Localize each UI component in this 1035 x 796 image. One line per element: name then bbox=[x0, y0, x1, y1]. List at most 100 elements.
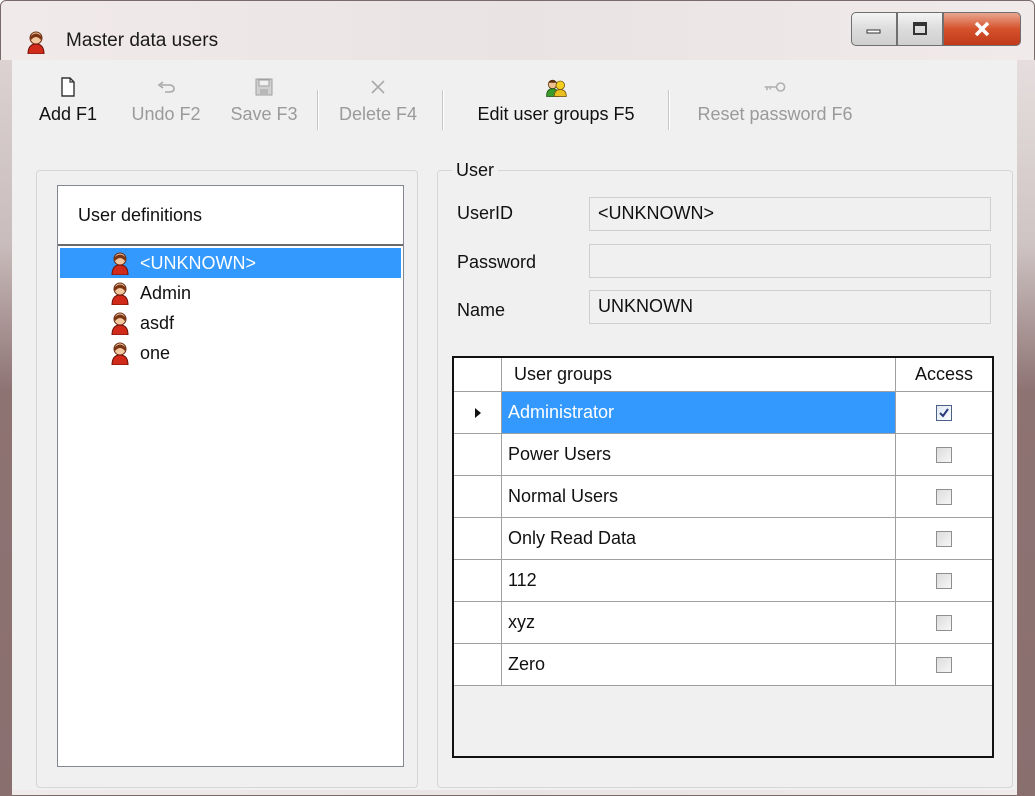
list-item-label: <UNKNOWN> bbox=[140, 252, 257, 273]
table-row[interactable]: Only Read Data bbox=[454, 518, 992, 560]
save-button[interactable]: Save F3 bbox=[220, 72, 308, 132]
delete-button[interactable]: Delete F4 bbox=[328, 72, 428, 132]
save-icon bbox=[252, 76, 276, 98]
list-header[interactable]: User definitions bbox=[58, 186, 403, 246]
name-field[interactable]: UNKNOWN bbox=[589, 290, 991, 324]
toolbar-separator bbox=[668, 90, 670, 130]
toolbar-separator bbox=[442, 90, 444, 130]
name-label: Name bbox=[457, 300, 506, 320]
undo-button[interactable]: Undo F2 bbox=[120, 72, 212, 132]
user-icon bbox=[27, 31, 45, 54]
access-checkbox[interactable] bbox=[936, 656, 952, 673]
table-row[interactable]: Administrator bbox=[454, 392, 992, 434]
user-group-cell[interactable]: Normal Users bbox=[502, 476, 896, 518]
column-header-access-label: Access bbox=[914, 364, 974, 384]
window-frame-right bbox=[1017, 60, 1035, 796]
current-row-arrow-icon bbox=[474, 407, 481, 418]
table-row[interactable]: 112 bbox=[454, 560, 992, 602]
checkmark-icon bbox=[939, 407, 949, 418]
maximize-button[interactable] bbox=[897, 12, 943, 46]
delete-icon bbox=[366, 76, 390, 98]
column-header-user-groups-label: User groups bbox=[514, 364, 613, 384]
key-icon bbox=[763, 76, 787, 98]
access-cell[interactable] bbox=[896, 644, 992, 686]
window-title: Master data users bbox=[66, 30, 219, 51]
title-bar[interactable]: Master data users bbox=[0, 0, 1035, 54]
user-group-name: xyz bbox=[508, 612, 535, 632]
row-header[interactable] bbox=[454, 434, 502, 476]
table-row[interactable]: Power Users bbox=[454, 434, 992, 476]
access-checkbox[interactable] bbox=[936, 614, 952, 631]
row-header[interactable] bbox=[454, 518, 502, 560]
minimize-icon bbox=[866, 29, 881, 34]
list-header-label: User definitions bbox=[78, 204, 203, 225]
maximize-icon bbox=[913, 22, 927, 35]
caption-buttons bbox=[851, 12, 1021, 48]
access-cell[interactable] bbox=[896, 560, 992, 602]
table-row[interactable]: Normal Users bbox=[454, 476, 992, 518]
access-checkbox[interactable] bbox=[936, 488, 952, 505]
add-button[interactable]: Add F1 bbox=[32, 72, 104, 132]
user-group-cell[interactable]: 112 bbox=[502, 560, 896, 602]
window-frame-left bbox=[0, 60, 12, 796]
table-row[interactable]: Zero bbox=[454, 644, 992, 686]
edit-user-groups-button[interactable]: Edit user groups F5 bbox=[456, 72, 656, 132]
column-header-user-groups[interactable]: User groups bbox=[502, 358, 896, 392]
access-cell[interactable] bbox=[896, 392, 992, 434]
user-icon bbox=[111, 342, 129, 365]
table-row[interactable]: xyz bbox=[454, 602, 992, 644]
row-header[interactable] bbox=[454, 392, 502, 434]
minimize-button[interactable] bbox=[851, 12, 897, 46]
password-field[interactable] bbox=[589, 244, 991, 278]
close-icon bbox=[974, 21, 990, 37]
user-group-icon bbox=[544, 76, 568, 98]
user-group-name: Normal Users bbox=[508, 486, 619, 506]
user-group-caption: User bbox=[452, 160, 499, 181]
list-items: <UNKNOWN> Admin asdf one bbox=[58, 246, 403, 368]
list-item-label: asdf bbox=[140, 312, 175, 333]
row-header[interactable] bbox=[454, 476, 502, 518]
reset-password-button[interactable]: Reset password F6 bbox=[680, 72, 870, 132]
access-checkbox[interactable] bbox=[936, 446, 952, 463]
userid-field[interactable]: <UNKNOWN> bbox=[589, 197, 991, 231]
access-cell[interactable] bbox=[896, 602, 992, 644]
access-cell[interactable] bbox=[896, 434, 992, 476]
undo-icon bbox=[154, 76, 178, 98]
column-header-access[interactable]: Access bbox=[896, 358, 992, 392]
row-header[interactable] bbox=[454, 560, 502, 602]
access-cell[interactable] bbox=[896, 518, 992, 560]
list-item-label: one bbox=[140, 342, 171, 363]
user-definitions-list[interactable]: User definitions <UNKNOWN> Admin asdf one bbox=[57, 185, 404, 767]
password-label: Password bbox=[457, 252, 537, 272]
list-item[interactable]: one bbox=[60, 338, 401, 368]
user-group-cell[interactable]: Administrator bbox=[502, 392, 896, 434]
client-area: Add F1 Undo F2 Save F3 Delete F4 Edit us… bbox=[12, 60, 1017, 790]
row-header[interactable] bbox=[454, 644, 502, 686]
user-group-name: Zero bbox=[508, 654, 546, 674]
user-icon bbox=[111, 252, 129, 275]
list-item-label: Admin bbox=[140, 282, 192, 303]
user-icon bbox=[111, 282, 129, 305]
user-icon bbox=[111, 312, 129, 335]
access-cell[interactable] bbox=[896, 476, 992, 518]
list-item[interactable]: Admin bbox=[60, 278, 401, 308]
close-button[interactable] bbox=[943, 12, 1021, 46]
access-checkbox[interactable] bbox=[936, 404, 952, 421]
row-header[interactable] bbox=[454, 602, 502, 644]
list-item[interactable]: <UNKNOWN> bbox=[60, 248, 401, 278]
list-item[interactable]: asdf bbox=[60, 308, 401, 338]
access-checkbox[interactable] bbox=[936, 530, 952, 547]
new-document-icon bbox=[56, 76, 80, 98]
user-group-name: Power Users bbox=[508, 444, 612, 464]
user-group-cell[interactable]: Power Users bbox=[502, 434, 896, 476]
user-group-cell[interactable]: Only Read Data bbox=[502, 518, 896, 560]
grid-corner bbox=[454, 358, 502, 392]
user-group-cell[interactable]: xyz bbox=[502, 602, 896, 644]
user-group-name: 112 bbox=[508, 570, 537, 590]
access-checkbox[interactable] bbox=[936, 572, 952, 589]
toolbar-separator bbox=[317, 90, 319, 130]
userid-label: UserID bbox=[457, 203, 514, 223]
user-group-cell[interactable]: Zero bbox=[502, 644, 896, 686]
user-groups-grid[interactable]: User groups Access Administrator Power Us… bbox=[452, 356, 994, 758]
user-group-name: Only Read Data bbox=[508, 528, 637, 548]
